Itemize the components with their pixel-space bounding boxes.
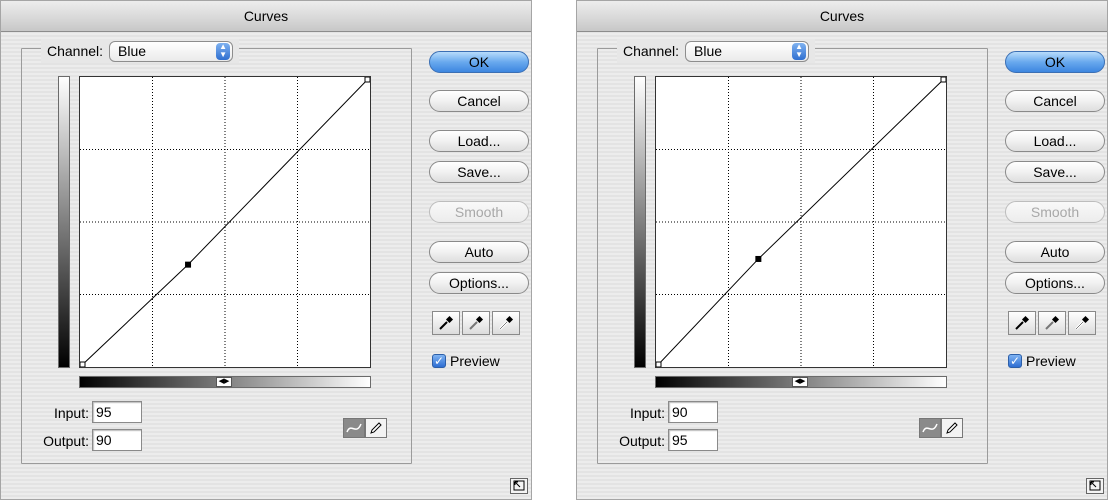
preview-label: Preview [1026, 353, 1076, 369]
output-gradient-bar [634, 76, 646, 368]
load-button[interactable]: Load... [429, 130, 529, 152]
channel-select[interactable]: Blue ▲ ▼ [109, 40, 234, 62]
expand-window-icon[interactable] [1086, 478, 1104, 494]
curve-endpoint-white[interactable] [940, 77, 946, 83]
preview-option[interactable]: ✓ Preview [1008, 353, 1076, 369]
checkmark-icon[interactable]: ✓ [432, 354, 446, 368]
cancel-button[interactable]: Cancel [429, 90, 529, 112]
eyedropper-group [1008, 311, 1096, 335]
black-eyedropper-icon[interactable] [432, 311, 460, 335]
channel-value: Blue [694, 42, 723, 59]
options-button[interactable]: Options... [429, 272, 529, 294]
ok-button[interactable]: OK [1005, 51, 1105, 73]
curve-tools [343, 418, 387, 438]
curve-graph-svg [80, 77, 370, 367]
preview-label: Preview [450, 353, 500, 369]
curve-endpoint-black[interactable] [80, 361, 86, 367]
smooth-button[interactable]: Smooth [1005, 201, 1105, 223]
channel-row: Channel: Blue ▲ ▼ [617, 39, 816, 63]
curves-dialog-right: Curves Channel: Blue ▲ ▼ ◀▶ Input: 90 Ou… [576, 0, 1108, 500]
graph-grid [656, 77, 946, 367]
channel-label: Channel: [47, 43, 104, 59]
graph-grid [80, 77, 370, 367]
ok-button[interactable]: OK [429, 51, 529, 73]
auto-button[interactable]: Auto [429, 241, 529, 263]
curve-graph[interactable] [79, 76, 371, 368]
channel-value: Blue [118, 42, 147, 59]
select-arrows-icon: ▲ ▼ [792, 42, 807, 60]
input-gradient-bar: ◀▶ [79, 376, 371, 388]
output-label: Output: [43, 433, 89, 449]
save-button[interactable]: Save... [1005, 161, 1105, 183]
input-label: Input: [629, 405, 665, 421]
curves-dialog-left: Curves Channel: Blue ▲ ▼ ◀▶ Input: 95 Ou… [0, 0, 532, 500]
auto-button[interactable]: Auto [1005, 241, 1105, 263]
curve-tool-icon[interactable] [343, 418, 365, 438]
dialog-title: Curves [1, 1, 531, 32]
dialog-title: Curves [577, 1, 1107, 32]
expand-window-icon[interactable] [510, 478, 528, 494]
save-button[interactable]: Save... [429, 161, 529, 183]
output-field[interactable]: 95 [668, 429, 718, 451]
curve-tools [919, 418, 963, 438]
select-arrows-icon: ▲ ▼ [216, 42, 231, 60]
white-eyedropper-icon[interactable] [492, 311, 520, 335]
input-gradient-bar: ◀▶ [655, 376, 947, 388]
channel-select[interactable]: Blue ▲ ▼ [685, 40, 810, 62]
gray-eyedropper-icon[interactable] [1038, 311, 1066, 335]
load-button[interactable]: Load... [1005, 130, 1105, 152]
input-label: Input: [53, 405, 89, 421]
curve-graph-svg [656, 77, 946, 367]
hramp-arrows-icon[interactable]: ◀▶ [216, 377, 232, 387]
pencil-tool-icon[interactable] [365, 418, 387, 438]
curve-tool-icon[interactable] [919, 418, 941, 438]
preview-option[interactable]: ✓ Preview [432, 353, 500, 369]
curve-graph[interactable] [655, 76, 947, 368]
output-field[interactable]: 90 [92, 429, 142, 451]
input-field[interactable]: 95 [92, 401, 142, 423]
eyedropper-group [432, 311, 520, 335]
output-label: Output: [619, 433, 665, 449]
curve-control-point[interactable] [185, 261, 192, 268]
cancel-button[interactable]: Cancel [1005, 90, 1105, 112]
hramp-arrows-icon[interactable]: ◀▶ [792, 377, 808, 387]
curve-control-point[interactable] [755, 255, 762, 262]
white-eyedropper-icon[interactable] [1068, 311, 1096, 335]
output-gradient-bar [58, 76, 70, 368]
channel-label: Channel: [623, 43, 680, 59]
black-eyedropper-icon[interactable] [1008, 311, 1036, 335]
input-field[interactable]: 90 [668, 401, 718, 423]
checkmark-icon[interactable]: ✓ [1008, 354, 1022, 368]
curve-endpoint-black[interactable] [656, 361, 662, 367]
pencil-tool-icon[interactable] [941, 418, 963, 438]
smooth-button[interactable]: Smooth [429, 201, 529, 223]
channel-row: Channel: Blue ▲ ▼ [41, 39, 240, 63]
gray-eyedropper-icon[interactable] [462, 311, 490, 335]
curve-endpoint-white[interactable] [364, 77, 370, 83]
options-button[interactable]: Options... [1005, 272, 1105, 294]
